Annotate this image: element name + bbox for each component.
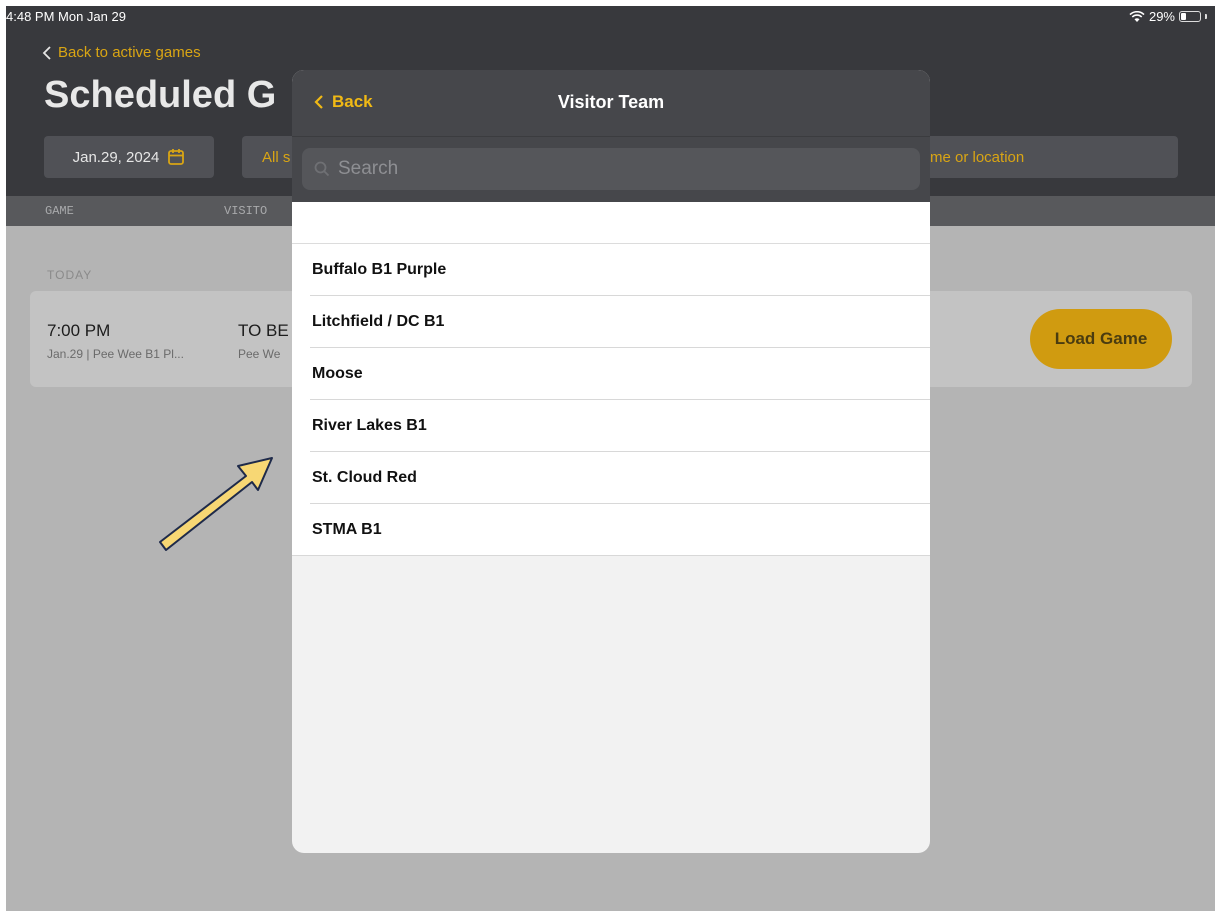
calendar-icon (168, 149, 185, 165)
status-time: 4:48 PM Mon Jan 29 (6, 9, 126, 24)
status-indicators: 29% (1129, 9, 1207, 24)
team-item-moose[interactable]: Moose (292, 348, 930, 400)
back-link-label: Back to active games (58, 44, 201, 61)
battery-percent: 29% (1148, 9, 1175, 24)
team-item-river-lakes-b1[interactable]: River Lakes B1 (292, 400, 930, 452)
search-icon (314, 161, 330, 177)
modal-header: Visitor Team Back Search (292, 70, 930, 202)
wifi-icon (1129, 10, 1145, 22)
column-header-visitor: VISITO (224, 204, 268, 218)
chevron-left-icon (314, 95, 323, 109)
team-item-stma-b1[interactable]: STMA B1 (292, 504, 930, 556)
team-search-input[interactable]: Search (302, 148, 920, 190)
screen: 4:48 PM Mon Jan 29 29% Back to active ga… (6, 6, 1215, 911)
section-today-label: TODAY (47, 268, 93, 282)
page-title: Scheduled G (44, 74, 277, 116)
team-list: Buffalo B1 Purple Litchfield / DC B1 Moo… (292, 244, 930, 556)
modal-title: Visitor Team (557, 92, 665, 112)
chevron-left-icon (42, 45, 51, 60)
date-value: Jan.29, 2024 (72, 148, 160, 166)
modal-divider (292, 136, 930, 137)
visitor-team-modal: Visitor Team Back Search Buffalo B1 Purp… (292, 70, 930, 853)
status-bar: 4:48 PM Mon Jan 29 29% (6, 6, 1215, 28)
game-visitor-sub: Pee We (238, 347, 281, 361)
modal-back-label: Back (332, 92, 373, 111)
game-time: 7:00 PM (47, 321, 111, 340)
team-item-litchfield-dc-b1[interactable]: Litchfield / DC B1 (292, 296, 930, 348)
date-picker[interactable]: Jan.29, 2024 (44, 136, 214, 178)
game-visitor: TO BE (238, 321, 289, 340)
battery-icon (1179, 11, 1201, 22)
game-subtitle: Jan.29 | Pee Wee B1 Pl... (47, 347, 184, 361)
modal-back-button[interactable]: Back (314, 92, 373, 112)
back-to-active-games-link[interactable]: Back to active games (42, 44, 201, 61)
battery-tip (1205, 14, 1207, 19)
search-placeholder: Search (338, 158, 399, 179)
team-item-buffalo-b1-purple[interactable]: Buffalo B1 Purple (292, 244, 930, 296)
load-game-button[interactable]: Load Game (1030, 309, 1172, 369)
team-item-st-cloud-red[interactable]: St. Cloud Red (292, 452, 930, 504)
pointer-arrow-icon (159, 457, 273, 551)
list-spacer (292, 202, 930, 244)
column-header-game: GAME (45, 204, 74, 218)
